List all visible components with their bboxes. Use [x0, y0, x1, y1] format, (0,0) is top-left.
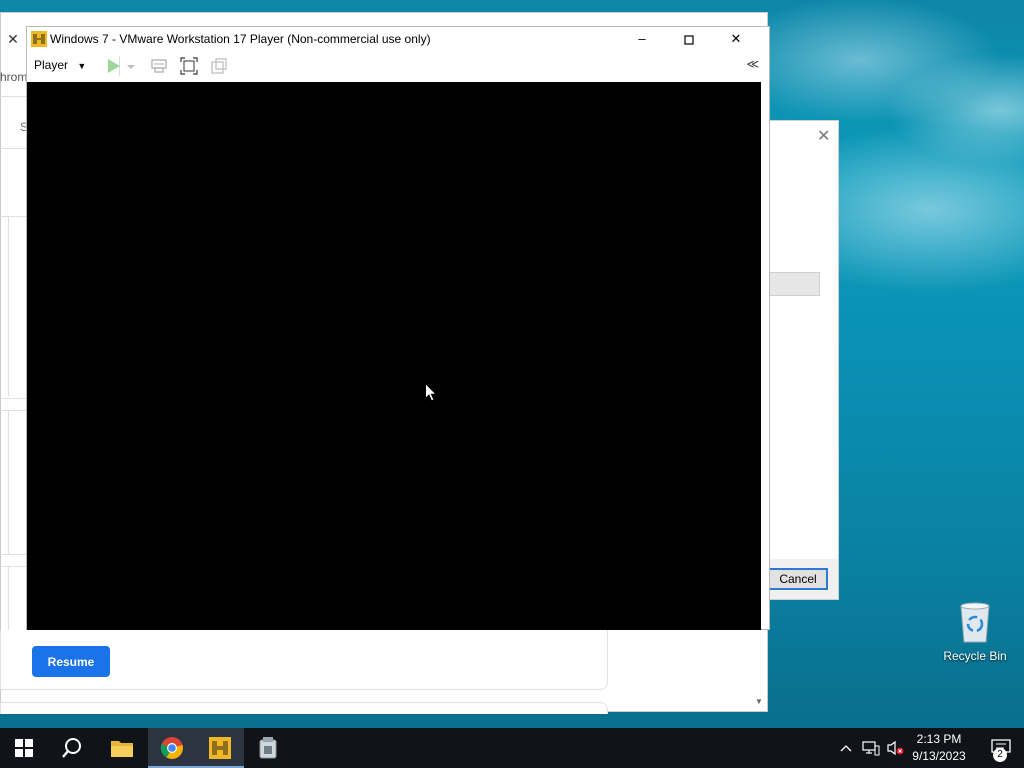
fullscreen-icon[interactable]	[179, 56, 199, 76]
taskbar-chrome[interactable]	[148, 728, 196, 768]
chrome-icon	[160, 737, 183, 759]
vmware-icon	[209, 737, 231, 759]
background-chrome-text: hrom	[0, 70, 28, 84]
file-explorer-icon	[111, 741, 133, 757]
volume-control[interactable]	[884, 728, 906, 768]
search-button[interactable]	[48, 728, 96, 768]
background-divider	[0, 148, 26, 149]
background-card	[0, 702, 608, 714]
player-menu[interactable]: Player ▼	[34, 58, 86, 72]
taskbar-file-explorer[interactable]	[98, 728, 146, 768]
windows-start-icon	[15, 739, 33, 757]
volume-muted-icon	[887, 740, 904, 756]
background-divider	[0, 216, 26, 217]
start-button[interactable]	[0, 728, 48, 768]
clock-time: 2:13 PM	[916, 732, 962, 746]
background-divider	[0, 398, 26, 399]
cancel-button[interactable]: Cancel	[768, 568, 828, 590]
background-divider	[8, 566, 9, 630]
background-divider	[0, 554, 26, 555]
unity-icon[interactable]	[209, 56, 229, 76]
recycle-bin-label: Recycle Bin	[943, 649, 1007, 663]
taskbar: 2:13 PM 9/13/2023	[0, 728, 1024, 768]
dialog-close-icon[interactable]: ✕	[817, 126, 830, 146]
send-ctrl-alt-del-icon[interactable]	[149, 56, 169, 76]
background-close-icon[interactable]: ✕	[4, 30, 22, 48]
vm-display-screen[interactable]	[27, 82, 761, 630]
vmware-app-icon	[31, 31, 47, 47]
show-hidden-icons[interactable]	[836, 728, 856, 768]
collapse-toolbar-button[interactable]: ≪	[746, 57, 759, 71]
background-divider	[0, 566, 26, 567]
background-divider	[8, 410, 9, 554]
chevron-down-icon: ▼	[77, 61, 87, 71]
network-status[interactable]	[860, 728, 882, 768]
taskbar-vmware[interactable]	[196, 728, 244, 768]
play-icon[interactable]	[103, 56, 123, 76]
scroll-down-arrow-icon[interactable]: ▼	[755, 697, 763, 706]
background-divider	[8, 216, 9, 396]
taskbar-clock[interactable]: 2:13 PM 9/13/2023	[908, 731, 970, 765]
recycle-bin-desktop-icon[interactable]: Recycle Bin	[940, 600, 1010, 663]
vmware-titlebar[interactable]: Windows 7 - VMware Workstation 17 Player…	[27, 27, 769, 51]
vmware-player-window: Windows 7 - VMware Workstation 17 Player…	[26, 26, 770, 630]
mouse-cursor-icon	[425, 383, 437, 402]
installer-icon	[259, 737, 277, 759]
dialog-input-field[interactable]	[770, 272, 820, 296]
taskbar-installer[interactable]	[244, 728, 292, 768]
background-divider	[0, 96, 26, 97]
close-icon[interactable]: ✕	[713, 27, 759, 51]
background-divider	[0, 410, 26, 411]
chevron-up-icon	[840, 745, 852, 752]
background-dialog	[768, 120, 839, 600]
vmware-window-title: Windows 7 - VMware Workstation 17 Player…	[50, 32, 431, 46]
minimize-icon[interactable]: –	[619, 27, 665, 51]
clock-date: 9/13/2023	[912, 749, 966, 763]
resume-button[interactable]: Resume	[32, 646, 110, 677]
search-icon	[62, 738, 81, 758]
recycle-bin-icon	[960, 602, 990, 643]
maximize-icon[interactable]	[666, 27, 712, 51]
play-dropdown-icon[interactable]	[125, 56, 137, 76]
notification-count-badge: 2	[993, 748, 1007, 762]
vmware-toolbar: Player ▼ ≪	[27, 51, 769, 81]
player-menu-label: Player	[34, 58, 69, 72]
network-icon	[862, 741, 880, 756]
